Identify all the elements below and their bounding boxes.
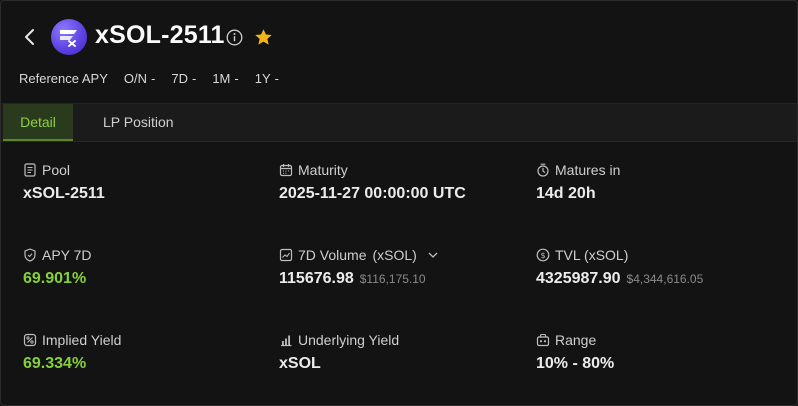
shield-icon	[24, 248, 36, 262]
apy-period-7d: 7D -	[171, 71, 196, 86]
stat-7d-volume: 7D Volume (xSOL) 115676.98 $116,175.10	[279, 246, 519, 288]
page-title: xSOL-2511	[95, 21, 225, 49]
stat-unit: (xSOL)	[372, 247, 417, 263]
apy-period-on: O/N -	[124, 71, 155, 86]
stat-range: Range 10% - 80%	[536, 331, 776, 373]
tab-lp-position[interactable]: LP Position	[103, 104, 174, 141]
apy-period-label: O/N	[123, 71, 148, 86]
stats-grid: Pool xSOL-2511 Maturity 2025-11-27 00:00…	[1, 141, 797, 405]
stat-label-row: Underlying Yield	[279, 331, 519, 349]
stat-value: 69.334%	[23, 355, 87, 372]
stat-value: xSOL	[279, 355, 321, 372]
calendar-icon	[279, 164, 293, 177]
stat-label: Underlying Yield	[298, 332, 400, 348]
stat-label: Implied Yield	[42, 332, 122, 348]
stat-value: 69.901%	[23, 270, 87, 287]
reference-apy-label: Reference APY	[19, 71, 108, 86]
apy-period-value: -	[234, 71, 239, 86]
favorite-star-icon[interactable]	[253, 27, 274, 48]
stat-value: 2025-11-27 00:00:00 UTC	[279, 185, 466, 202]
reference-apy-row: Reference APY O/N - 7D - 1M - 1Y -	[19, 71, 295, 86]
stat-pool: Pool xSOL-2511	[23, 161, 263, 203]
stat-value: 10% - 80%	[536, 355, 615, 372]
tab-bar: Detail LP Position	[1, 103, 797, 142]
chart-icon	[279, 248, 293, 262]
stat-implied-yield: Implied Yield 69.334%	[23, 331, 263, 373]
svg-text:$: $	[540, 251, 545, 260]
stat-label-row: Matures in	[536, 161, 776, 179]
stat-value: xSOL-2511	[23, 185, 105, 202]
gauge-icon	[536, 333, 550, 347]
token-logo-icon	[51, 19, 87, 55]
apy-period-label: 1Y	[254, 71, 271, 86]
stat-matures-in: Matures in 14d 20h	[536, 161, 776, 203]
bar-chart-icon	[281, 335, 292, 347]
document-icon	[24, 163, 36, 177]
chevron-down-icon[interactable]	[427, 249, 439, 261]
apy-period-label: 7D	[171, 71, 188, 86]
stat-value: 4325987.90	[536, 270, 621, 287]
stat-maturity: Maturity 2025-11-27 00:00:00 UTC	[279, 161, 519, 203]
stat-label-row: Pool	[23, 161, 263, 179]
stat-value-row: 115676.98 $116,175.10	[279, 270, 519, 288]
stat-label-row: Implied Yield	[23, 331, 263, 349]
apy-period-1m: 1M -	[212, 71, 238, 86]
stopwatch-icon	[537, 163, 549, 177]
stat-label: Matures in	[555, 162, 621, 178]
stat-underlying-yield: Underlying Yield xSOL	[279, 331, 519, 373]
stat-label: APY 7D	[42, 247, 92, 263]
stat-label-row: Maturity	[279, 161, 519, 179]
stat-label: 7D Volume	[298, 247, 367, 263]
pool-detail-panel: xSOL-2511 Reference APY O/N - 7D - 1M - 1Y -…	[0, 0, 798, 406]
stat-label: TVL (xSOL)	[555, 247, 629, 263]
apy-period-value: -	[151, 71, 156, 86]
stat-label-row: APY 7D	[23, 246, 263, 264]
stat-value: 115676.98	[279, 270, 354, 287]
apy-period-1y: 1Y -	[255, 71, 279, 86]
stat-label-row: Range	[536, 331, 776, 349]
dollar-coin-icon: $	[536, 248, 550, 262]
back-arrow-icon[interactable]	[19, 25, 41, 49]
tab-detail[interactable]: Detail	[3, 104, 73, 141]
stat-tvl: $ TVL (xSOL) 4325987.90 $4,344,616.05	[536, 246, 776, 288]
stat-apy-7d: APY 7D 69.901%	[23, 246, 263, 288]
apy-period-value: -	[191, 71, 197, 86]
header: xSOL-2511 Reference APY O/N - 7D - 1M - 1Y -	[1, 1, 797, 103]
stat-value-row: 4325987.90 $4,344,616.05	[536, 270, 776, 288]
stat-label-row: 7D Volume (xSOL)	[279, 246, 519, 264]
apy-period-label: 1M	[212, 71, 231, 86]
stat-usd-value: $116,175.10	[359, 272, 426, 286]
stat-label: Range	[555, 332, 597, 348]
stat-value: 14d 20h	[536, 185, 596, 202]
stat-usd-value: $4,344,616.05	[626, 272, 704, 286]
apy-period-value: -	[274, 71, 279, 86]
info-icon[interactable]	[226, 29, 243, 46]
stat-label-row: $ TVL (xSOL)	[536, 246, 776, 264]
stat-label: Maturity	[298, 162, 348, 178]
stat-label: Pool	[42, 162, 71, 178]
percent-icon	[23, 333, 37, 347]
